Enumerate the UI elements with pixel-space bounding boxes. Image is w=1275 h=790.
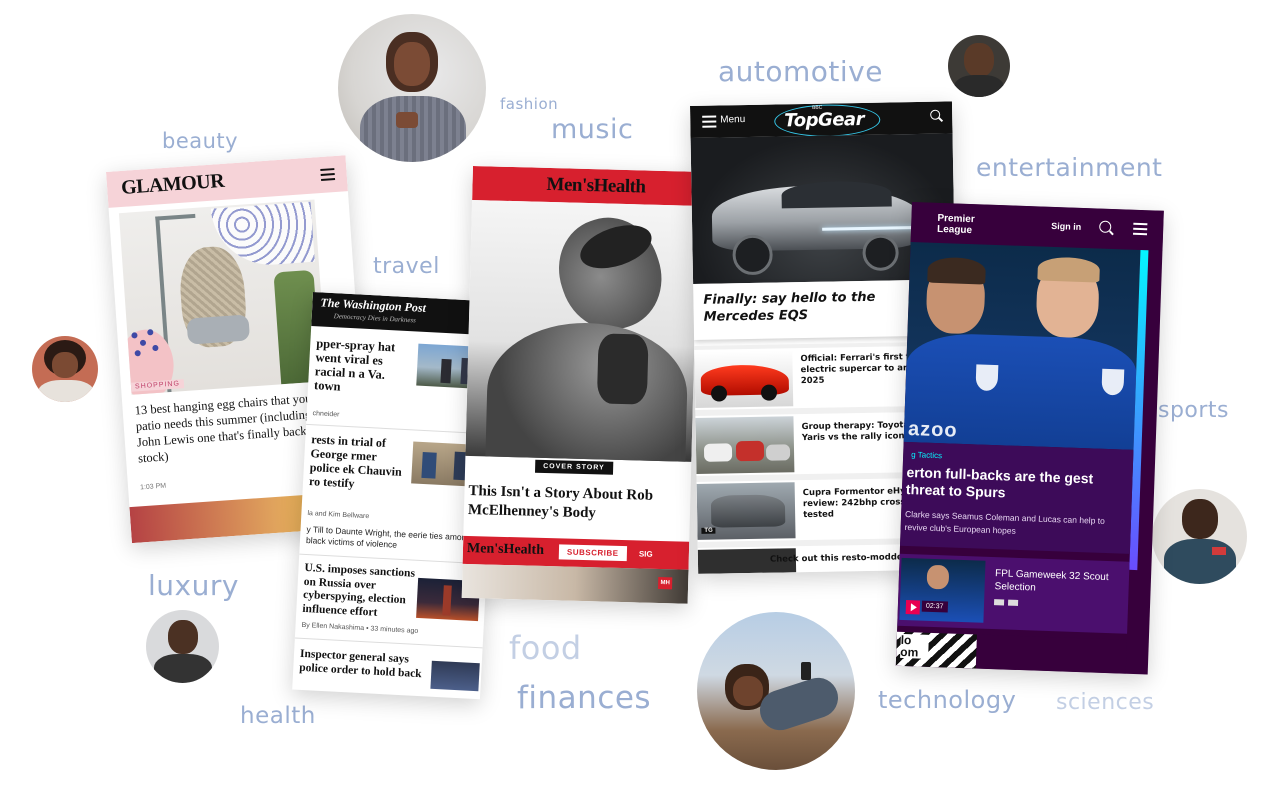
mh-cover-story-tag[interactable]: COVER STORY (534, 459, 613, 475)
keyword-food: food (509, 629, 582, 667)
avatar-woman-eating (32, 336, 98, 402)
pl-video-duration: 02:37 (921, 600, 948, 613)
pl-article-category[interactable]: g Tactics (911, 450, 942, 460)
mh-headline[interactable]: This Isn't a Story About Rob McElhenney'… (468, 482, 689, 526)
wapo-story-1-headline[interactable]: pper-spray hat went viral es racial n a … (314, 336, 415, 397)
avatar-woman-phone (338, 14, 486, 162)
keyword-technology: technology (878, 686, 1017, 714)
keyword-entertainment: entertainment (976, 153, 1163, 182)
wapo-story-3-byline: By Ellen Nakashima (301, 621, 365, 633)
keyword-sciences: sciences (1056, 690, 1155, 715)
hamburger-menu-icon[interactable] (320, 168, 336, 182)
hamburger-menu-icon[interactable] (702, 115, 717, 128)
avatar-man-phone (146, 610, 219, 683)
keyword-fashion: fashion (500, 95, 559, 113)
hamburger-menu-icon[interactable] (1132, 222, 1148, 236)
wapo-story-3-time: 33 minutes ago (370, 625, 419, 635)
pl-video-title[interactable]: FPL Gameweek 32 Scout Selection (994, 567, 1123, 597)
phone-premier-league: Premier League Sign in azoo g Tactics er… (895, 202, 1164, 675)
pl-logo[interactable]: Premier League (937, 213, 975, 236)
tg-news-item-1[interactable]: Official: Ferrari's first fully electric… (692, 345, 938, 410)
glamour-egg-chair-photo[interactable]: SHOPPING (118, 199, 328, 395)
pl-video-tag-icon (993, 599, 1005, 606)
play-icon[interactable] (905, 600, 921, 615)
tg-header: Menu BBC TopGear (690, 101, 953, 138)
glamour-timestamp: 1:03 PM (139, 482, 167, 492)
mh-logo[interactable]: Men'sHealth (546, 174, 646, 199)
keyword-health: health (240, 703, 316, 729)
subscribe-button[interactable]: SUBSCRIBE (558, 544, 627, 562)
tg-hero-card[interactable]: Finally: say hello to the Mercedes EQS (693, 279, 941, 340)
wapo-story-2-related[interactable]: y Till to Daunte Wright, the eerie ties … (306, 524, 485, 555)
menu-label[interactable]: Menu (720, 114, 745, 125)
tg-logo[interactable]: TopGear (784, 109, 864, 131)
keyword-beauty: beauty (162, 129, 239, 153)
sign-in-link[interactable]: Sign in (1051, 221, 1081, 232)
avatar-man-dark (948, 35, 1010, 97)
keyword-music: music (551, 114, 634, 145)
pl-article-card[interactable]: g Tactics erton full-backs are the gest … (899, 441, 1134, 554)
pl-hero-photo[interactable]: azoo (903, 241, 1141, 450)
sign-in-link[interactable]: SIG (639, 549, 653, 558)
phone-mens-health: Men'sHealth COVER STORY This Isn't a Sto… (461, 166, 699, 604)
pl-video-tag-icon (1007, 599, 1019, 606)
mh-footer-logo[interactable]: Men'sHealth (467, 541, 544, 559)
tg-news-item-3[interactable]: TG Cupra Formentor eHybrid VZ2 review: 2… (694, 477, 947, 542)
pl-article-headline[interactable]: erton full-backs are the gest threat to … (906, 464, 1127, 506)
wapo-story-3-headline[interactable]: U.S. imposes sanctions on Russia over cy… (302, 562, 429, 622)
glamour-logo[interactable]: GLAMOUR (120, 170, 225, 200)
keyword-sports: sports (1158, 398, 1230, 423)
keyword-travel: travel (373, 254, 440, 279)
wapo-story-2-headline[interactable]: rests in trial of George rmer police ek … (309, 432, 410, 493)
avatar-person-lying-phone (697, 612, 855, 770)
pl-shirt-sponsor: azoo (907, 418, 958, 442)
mh-next-photo[interactable]: MH (461, 563, 689, 604)
search-icon[interactable] (930, 109, 944, 122)
pl-article-summary: Clarke says Seamus Coleman and Lucas can… (904, 508, 1106, 536)
keyword-automotive: automotive (718, 55, 883, 88)
divider (294, 637, 483, 649)
pl-logo-line2: League (936, 223, 973, 237)
keyword-luxury: luxury (148, 569, 239, 602)
search-icon[interactable] (1099, 220, 1114, 236)
tg-badge: TG (701, 527, 716, 534)
pl-video-card[interactable]: 02:37 FPL Gameweek 32 Scout Selection (897, 553, 1130, 634)
mh-cover-photo[interactable] (465, 199, 699, 462)
wapo-story-4-headline[interactable]: Inspector general says police order to h… (299, 648, 430, 682)
wapo-story-3-meta: By Ellen Nakashima • 33 minutes ago (301, 621, 419, 635)
keyword-finances: finances (517, 680, 652, 716)
mh-badge: MH (657, 576, 673, 590)
pl-video-thumbnail[interactable]: 02:37 (899, 557, 986, 623)
avatar-man-hoodie (1152, 489, 1247, 584)
wapo-story-2-byline: la and Kim Bellware (307, 510, 370, 521)
pl-promo-strip[interactable]: lo om (895, 631, 1127, 674)
wapo-story-4-photo[interactable] (430, 660, 480, 692)
tg-hero-headline[interactable]: Finally: say hello to the Mercedes EQS (703, 288, 924, 326)
pl-promo-text: lo om (900, 633, 929, 659)
wapo-story-1-byline: chneider (312, 410, 340, 419)
tg-news-item-2[interactable]: Group therapy: Toyota GR Yaris vs the ra… (693, 411, 935, 476)
